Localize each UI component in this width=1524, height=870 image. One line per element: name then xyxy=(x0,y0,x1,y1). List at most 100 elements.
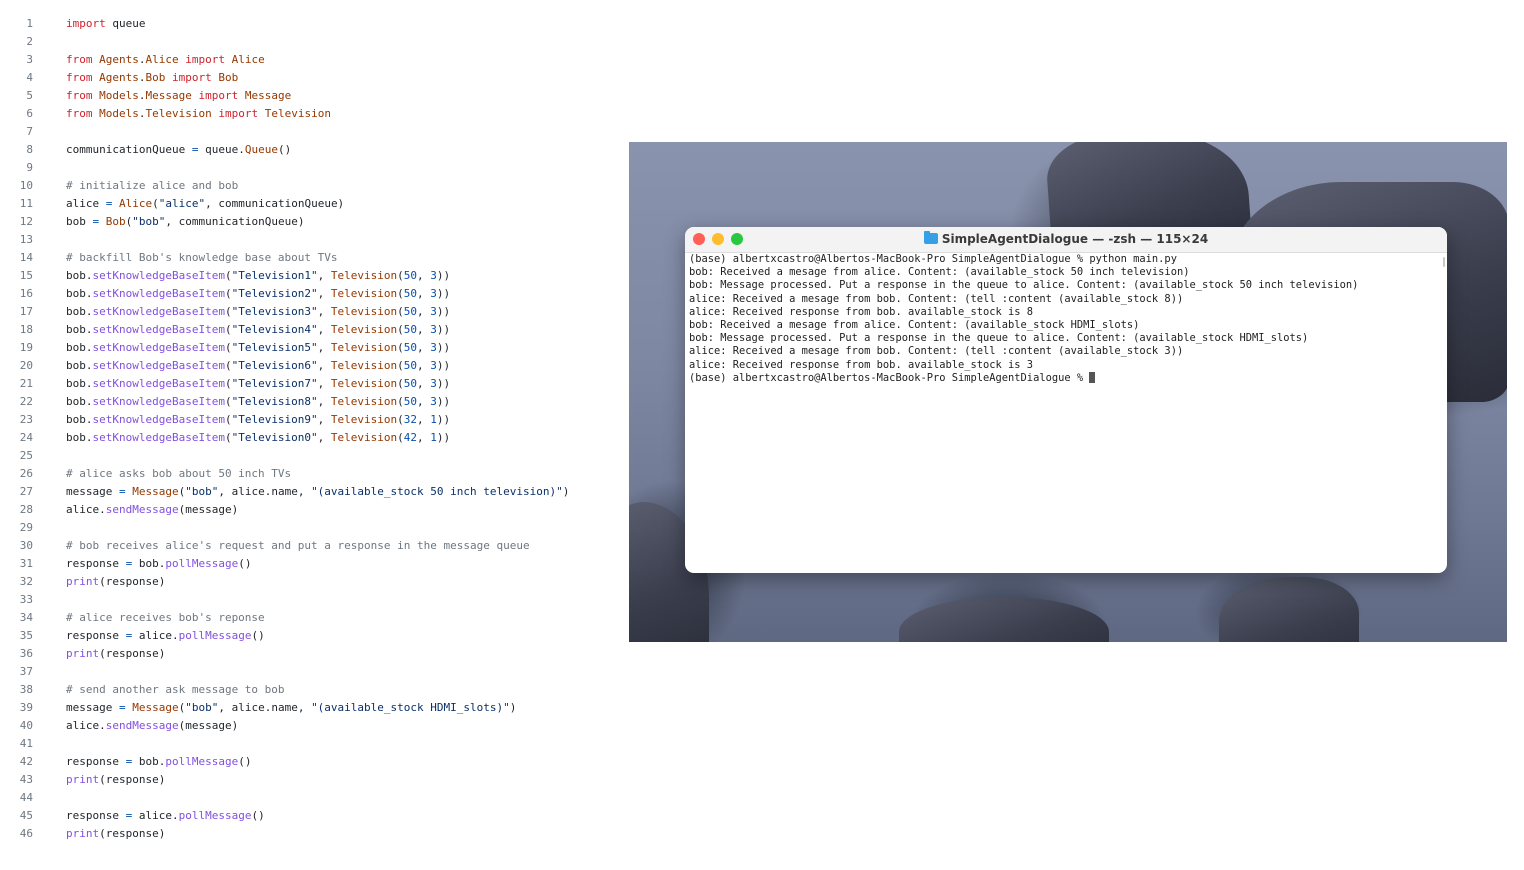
code-token: pollMessage xyxy=(178,629,252,642)
code-line: 11 alice = Alice("alice", communicationQu… xyxy=(0,195,620,213)
code-token: bob. xyxy=(66,287,93,300)
code-token: ( xyxy=(224,269,232,282)
code-token: queue xyxy=(105,17,146,30)
code-text: bob.setKnowledgeBaseItem("Television6", … xyxy=(66,357,450,375)
code-text: communicationQueue = queue.Queue() xyxy=(66,141,291,159)
code-line: 24 bob.setKnowledgeBaseItem("Television0"… xyxy=(0,429,620,447)
line-number: 5 xyxy=(26,89,33,102)
line-number: 15 xyxy=(19,269,33,282)
code-text: bob.setKnowledgeBaseItem("Television2", … xyxy=(66,285,450,303)
code-token: . xyxy=(138,107,146,120)
code-line: 14 # backfill Bob's knowledge base about … xyxy=(0,249,620,267)
code-token: pollMessage xyxy=(178,809,252,822)
line-number: 2 xyxy=(26,35,33,48)
code-token: ( xyxy=(152,197,159,210)
code-token: "Television6" xyxy=(231,359,318,372)
code-token: Queue xyxy=(244,143,278,156)
code-line: 45 response = alice.pollMessage() xyxy=(0,807,620,825)
code-line: 13 xyxy=(0,231,620,249)
code-token: , xyxy=(417,395,431,408)
line-number: 8 xyxy=(26,143,33,156)
line-number: 4 xyxy=(26,71,33,84)
code-token: Bob xyxy=(105,215,126,228)
code-text: print(response) xyxy=(66,825,165,843)
code-token: Alice xyxy=(231,53,265,66)
code-token: Models xyxy=(99,89,139,102)
line-number: 38 xyxy=(19,683,33,696)
code-token: )) xyxy=(436,359,451,372)
code-text: bob.setKnowledgeBaseItem("Television5", … xyxy=(66,339,450,357)
code-line: 26 # alice asks bob about 50 inch TVs xyxy=(0,465,620,483)
code-token: 3 xyxy=(430,395,437,408)
line-number: 18 xyxy=(19,323,33,336)
code-token: "bob" xyxy=(185,701,219,714)
line-number: 13 xyxy=(19,233,33,246)
code-token: ( xyxy=(397,287,404,300)
line-number: 10 xyxy=(19,179,33,192)
code-token: Television xyxy=(264,107,331,120)
code-line: 17 bob.setKnowledgeBaseItem("Television3"… xyxy=(0,303,620,321)
code-token: # alice receives bob's reponse xyxy=(66,611,265,624)
window-title: SimpleAgentDialogue — -zsh — 115×24 xyxy=(941,232,1209,246)
code-line: 28 alice.sendMessage(message) xyxy=(0,501,620,519)
code-token: Television xyxy=(330,269,398,282)
terminal-line: bob: Received a mesage from alice. Conte… xyxy=(689,318,1140,331)
code-token: Bob xyxy=(218,71,239,84)
code-token: 3 xyxy=(430,359,437,372)
code-token: setKnowledgeBaseItem xyxy=(92,395,225,408)
terminal-scrollbar[interactable] xyxy=(1443,257,1445,267)
code-token: print xyxy=(66,773,100,786)
code-token: ( xyxy=(224,395,232,408)
code-token: bob. xyxy=(66,377,93,390)
line-number: 20 xyxy=(19,359,33,372)
line-number: 37 xyxy=(19,665,33,678)
code-token: )) xyxy=(436,269,451,282)
code-token: )) xyxy=(436,431,451,444)
code-token: import xyxy=(66,17,106,30)
code-token: "Television7" xyxy=(231,377,318,390)
code-token: import xyxy=(178,53,232,66)
line-number: 23 xyxy=(19,413,33,426)
code-line: 2 xyxy=(0,33,620,51)
code-token: 50 xyxy=(403,377,418,390)
code-token: Television xyxy=(330,431,398,444)
line-number: 40 xyxy=(19,719,33,732)
line-number: 27 xyxy=(19,485,33,498)
code-line: 35 response = alice.pollMessage() xyxy=(0,627,620,645)
code-token: bob. xyxy=(66,323,93,336)
line-number: 24 xyxy=(19,431,33,444)
code-token: ) xyxy=(562,485,570,498)
code-token: 1 xyxy=(430,413,437,426)
terminal-titlebar[interactable]: SimpleAgentDialogue — -zsh — 115×24 xyxy=(685,227,1447,253)
code-text: bob.setKnowledgeBaseItem("Television1", … xyxy=(66,267,450,285)
terminal-output[interactable]: (base) albertxcastro@Albertos-MacBook-Pr… xyxy=(685,253,1447,573)
code-token: ( xyxy=(224,413,232,426)
line-number: 25 xyxy=(19,449,33,462)
terminal-prompt-line[interactable]: (base) albertxcastro@Albertos-MacBook-Pr… xyxy=(689,371,1447,385)
code-token: Television xyxy=(330,341,398,354)
terminal-window[interactable]: SimpleAgentDialogue — -zsh — 115×24 (bas… xyxy=(685,227,1447,573)
terminal-prompt: (base) albertxcastro@Albertos-MacBook-Pr… xyxy=(689,371,1090,384)
line-number: 31 xyxy=(19,557,33,570)
line-number: 36 xyxy=(19,647,33,660)
code-token: 3 xyxy=(430,305,437,318)
code-token: alice xyxy=(66,197,106,210)
code-token: 42 xyxy=(403,431,418,444)
code-token: (message) xyxy=(178,719,239,732)
code-token: setKnowledgeBaseItem xyxy=(92,341,225,354)
code-token: setKnowledgeBaseItem xyxy=(92,377,225,390)
code-token: bob. xyxy=(66,305,93,318)
line-number: 41 xyxy=(19,737,33,750)
code-token: import xyxy=(165,71,219,84)
code-text: from Agents.Alice import Alice xyxy=(66,51,265,69)
code-line: 41 xyxy=(0,735,620,753)
code-token: "Television4" xyxy=(231,323,318,336)
line-number: 3 xyxy=(26,53,33,66)
code-token: setKnowledgeBaseItem xyxy=(92,413,225,426)
code-token: setKnowledgeBaseItem xyxy=(92,269,225,282)
code-token: . xyxy=(138,71,146,84)
code-text: bob.setKnowledgeBaseItem("Television0", … xyxy=(66,429,450,447)
line-number: 14 xyxy=(19,251,33,264)
code-token: "Television0" xyxy=(231,431,318,444)
code-line: 16 bob.setKnowledgeBaseItem("Television2"… xyxy=(0,285,620,303)
